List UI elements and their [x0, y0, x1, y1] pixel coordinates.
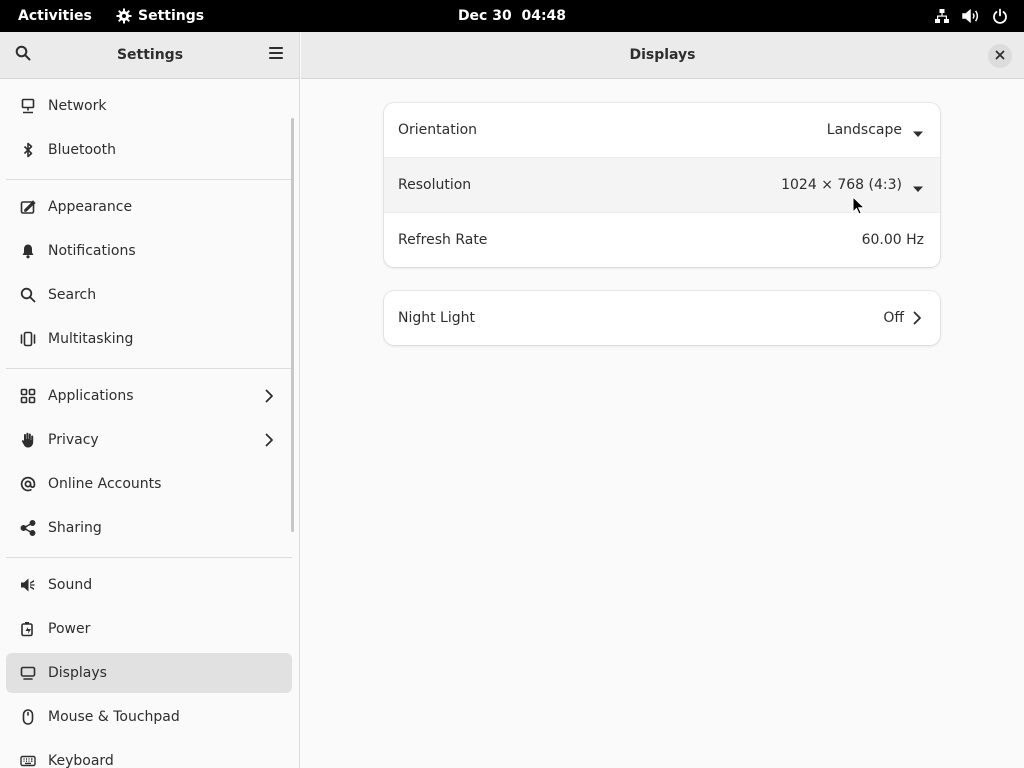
refresh-rate-label: Refresh Rate	[398, 232, 488, 248]
volume-icon[interactable]	[962, 8, 980, 24]
close-button[interactable]	[988, 44, 1012, 68]
sidebar-item-label: Network	[48, 98, 107, 114]
hamburger-menu-icon	[268, 46, 284, 64]
sidebar-item-mouse-touchpad[interactable]: Mouse & Touchpad	[6, 697, 292, 737]
sidebar-item-label: Bluetooth	[48, 142, 116, 158]
sidebar-header: Settings	[0, 32, 299, 79]
sidebar-item-label: Displays	[48, 665, 107, 681]
sidebar-item-online-accounts[interactable]: Online Accounts	[6, 464, 292, 504]
orientation-value: Landscape	[826, 122, 902, 138]
chevron-right-icon	[262, 389, 276, 403]
main-menu-button[interactable]	[261, 40, 291, 70]
orientation-row[interactable]: Orientation Landscape	[384, 103, 940, 158]
app-menu[interactable]: Settings	[116, 0, 204, 32]
app-name: Settings	[138, 8, 205, 24]
sidebar-item-label: Notifications	[48, 243, 136, 259]
resolution-label: Resolution	[398, 177, 472, 193]
battery-icon	[20, 621, 36, 637]
sidebar-item-label: Applications	[48, 388, 134, 404]
network-icon[interactable]	[934, 8, 950, 24]
sidebar-separator	[6, 368, 292, 369]
clock-button[interactable]: Dec 30 04:48	[458, 8, 566, 24]
chevron-right-icon	[262, 433, 276, 447]
sidebar-item-label: Appearance	[48, 199, 133, 215]
displays-panel: Orientation Landscape Resolution 1024 × …	[301, 80, 1024, 768]
mouse-pointer-icon	[852, 195, 866, 216]
dropdown-arrow-icon	[912, 181, 924, 192]
chevron-right-icon	[910, 311, 924, 325]
sidebar-item-label: Online Accounts	[48, 476, 162, 492]
sidebar-item-applications[interactable]: Applications	[6, 376, 292, 416]
power-icon[interactable]	[992, 8, 1008, 24]
sidebar-item-label: Sharing	[48, 520, 102, 536]
share-icon	[20, 520, 36, 536]
night-light-value: Off	[883, 310, 904, 326]
speaker-icon	[20, 577, 36, 593]
sidebar-item-appearance[interactable]: Appearance	[6, 187, 292, 227]
dropdown-arrow-icon	[912, 126, 924, 137]
sidebar-item-sound[interactable]: Sound	[6, 565, 292, 605]
display-icon	[20, 665, 36, 681]
gear-icon	[116, 8, 132, 24]
sidebar-item-label: Multitasking	[48, 331, 134, 347]
sidebar-item-label: Mouse & Touchpad	[48, 709, 180, 725]
sidebar-item-privacy[interactable]: Privacy	[6, 420, 292, 460]
sidebar-item-label: Power	[48, 621, 91, 637]
night-light-card: Night Light Off	[384, 291, 940, 345]
sidebar-item-label: Keyboard	[48, 753, 114, 768]
keyboard-icon	[20, 753, 36, 768]
sidebar-item-label: Privacy	[48, 432, 99, 448]
appearance-icon	[20, 199, 36, 215]
sidebar-item-keyboard[interactable]: Keyboard	[6, 741, 292, 768]
sidebar-item-bluetooth[interactable]: Bluetooth	[6, 130, 292, 170]
top-bar: Activities Settings Dec 30 04:48	[0, 0, 1024, 32]
sidebar-title: Settings	[116, 47, 184, 63]
sidebar-item-search[interactable]: Search	[6, 275, 292, 315]
refresh-rate-row: Refresh Rate 60.00 Hz	[384, 213, 940, 267]
orientation-label: Orientation	[398, 122, 478, 138]
sidebar-item-sharing[interactable]: Sharing	[6, 508, 292, 548]
sidebar-item-displays[interactable]: Displays	[6, 653, 292, 693]
resolution-value: 1024 × 768 (4:3)	[781, 177, 902, 193]
clock-date: Dec 30	[457, 8, 512, 24]
sidebar-item-label: Sound	[48, 577, 93, 593]
sidebar-scrollbar[interactable]	[291, 118, 294, 532]
bell-icon	[20, 243, 36, 259]
sidebar-item-multitasking[interactable]: Multitasking	[6, 319, 292, 359]
night-light-row[interactable]: Night Light Off	[384, 291, 940, 345]
activities-button[interactable]: Activities	[18, 0, 92, 32]
sidebar-item-network[interactable]: Network	[6, 86, 292, 126]
hand-icon	[20, 432, 36, 448]
search-icon	[20, 287, 36, 303]
at-sign-icon	[20, 476, 36, 492]
main-header: Displays	[301, 32, 1024, 79]
refresh-rate-value: 60.00 Hz	[861, 232, 924, 248]
sidebar-separator	[6, 557, 292, 558]
bluetooth-icon	[20, 142, 36, 158]
apps-grid-icon	[20, 388, 36, 404]
network-wired-icon	[20, 98, 36, 114]
close-icon	[995, 48, 1005, 64]
sidebar-item-label: Search	[48, 287, 97, 303]
system-tray[interactable]	[934, 0, 1008, 32]
night-light-label: Night Light	[398, 310, 475, 326]
sidebar: Settings Network Bluetooth Appearance No…	[0, 32, 300, 768]
clock-time: 04:48	[521, 8, 567, 24]
sidebar-item-notifications[interactable]: Notifications	[6, 231, 292, 271]
mouse-icon	[20, 709, 36, 725]
display-settings-card: Orientation Landscape Resolution 1024 × …	[384, 103, 940, 267]
sidebar-item-power[interactable]: Power	[6, 609, 292, 649]
multitasking-icon	[20, 331, 36, 347]
sidebar-separator	[6, 179, 292, 180]
page-title: Displays	[629, 47, 696, 63]
